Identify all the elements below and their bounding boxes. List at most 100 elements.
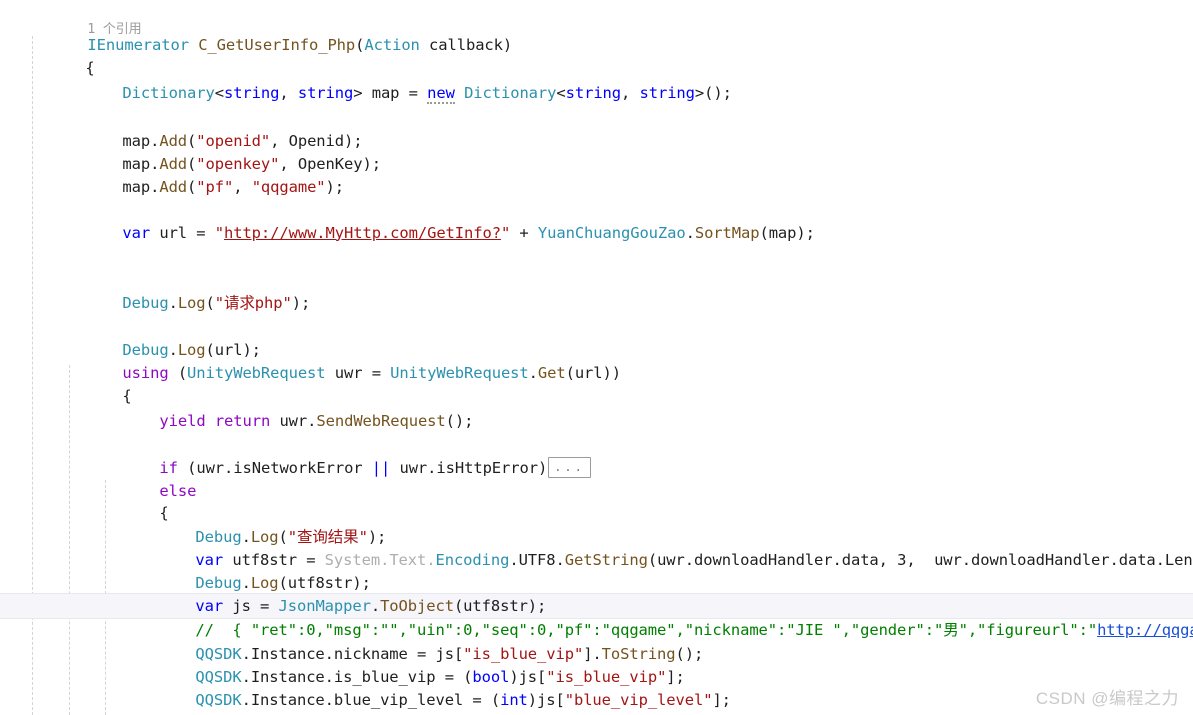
token-ns-text: Text <box>389 550 427 569</box>
token-space6 <box>169 364 178 382</box>
token-comment-url-link[interactable]: http://qqgame <box>1097 621 1193 639</box>
token-plus: + <box>510 223 538 242</box>
token-id-uwr-2: uwr <box>279 411 308 430</box>
token-type-action: Action <box>364 35 420 54</box>
token-paren-13: ( <box>647 550 658 569</box>
token-angle-open-2: < <box>556 83 566 102</box>
token-type-dictionary-2: Dictionary <box>464 83 557 102</box>
token-id-uwr-5: uwr <box>657 550 685 569</box>
token-ctl-yield: yield <box>159 411 206 430</box>
token-paren-4: ( <box>187 177 197 196</box>
code-line-debug-log-php: Debug.Log("请求php"); <box>67 269 310 312</box>
code-line-open-brace-using: { <box>67 362 131 405</box>
token-dot-14: . <box>509 550 519 569</box>
code-line-else: else <box>104 457 196 500</box>
token-prop-data-2: data <box>1118 550 1156 569</box>
token-comma-7: , <box>906 550 935 569</box>
token-comma-2: , <box>621 83 640 102</box>
token-comma-1: , <box>279 83 298 102</box>
token-quote-open: " <box>214 223 224 242</box>
token-angle-open: < <box>214 83 224 102</box>
code-line-qqsdk-nickname: QQSDK.Instance.nickname = js["is_blue_vi… <box>140 620 703 663</box>
token-type-ienumerator: IEnumerator <box>87 35 189 54</box>
token-dot-18: . <box>961 550 972 569</box>
token-assign-2: = <box>187 223 215 242</box>
token-dot-15: . <box>555 550 565 569</box>
code-line-var-utf8str: var utf8str = System.Text.Encoding.UTF8.… <box>140 526 1193 569</box>
token-paren-5: ( <box>759 223 769 242</box>
token-prop-length: Length <box>1164 550 1193 569</box>
token-method-getstring: GetString <box>564 550 648 569</box>
token-prop-ishttperror: isHttpError <box>436 458 538 477</box>
code-line-debug-log-result: Debug.Log("查询结果"); <box>140 503 386 546</box>
token-arg-map: map <box>768 223 797 242</box>
token-paren-open: ( <box>355 35 365 54</box>
token-dot-9: . <box>224 458 234 477</box>
token-num-3: 3 <box>897 550 907 569</box>
token-tail-5: ); <box>796 223 815 242</box>
code-line-map-add-pf: map.Add("pf", "qqgame"); <box>67 153 344 196</box>
collapsed-region-box[interactable]: ... <box>548 456 591 478</box>
token-id-uwr-4: uwr <box>399 458 428 477</box>
token-tail-8: )) <box>602 363 622 382</box>
code-line-qqsdk-is-blue-year-vip: QQSDK.Instance.is_blue_year_vip = (bool)… <box>140 690 777 715</box>
code-line-dict-decl: Dictionary<string, string> map = new Dic… <box>67 59 732 104</box>
token-id-uwr-3: uwr <box>196 458 225 477</box>
token-space5 <box>150 224 159 242</box>
token-tail-4: ); <box>325 177 345 196</box>
token-dot-12: . <box>380 550 390 569</box>
token-type-uwr-1: UnityWebRequest <box>187 363 326 382</box>
code-line-qqsdk-is-blue-vip: QQSDK.Instance.is_blue_vip = (bool)js["i… <box>140 643 684 686</box>
token-type-encoding: Encoding <box>435 550 510 569</box>
token-kw-string-1: string <box>223 83 280 102</box>
token-type-uwr-2: UnityWebRequest <box>390 363 529 382</box>
token-prop-dlh-2: downloadHandler <box>971 550 1110 569</box>
token-paren-6: ( <box>205 293 215 312</box>
csdn-watermark: CSDN @编程之力 <box>1035 689 1179 708</box>
token-dot-3: . <box>150 177 160 196</box>
token-url-literal-link[interactable]: http://www.MyHttp.com/GetInfo? <box>224 224 501 242</box>
token-tail-6: ); <box>291 293 311 312</box>
code-line-map-add-openkey: map.Add("openkey", OpenKey); <box>67 130 381 173</box>
token-space2 <box>420 36 429 54</box>
token-kw-string-2: string <box>297 83 354 102</box>
token-comma-5: , <box>233 177 252 196</box>
token-id-uwr-6: uwr <box>934 550 962 569</box>
token-id-uwr-1: uwr <box>334 363 363 382</box>
token-space7 <box>326 364 335 382</box>
code-line-debug-log-url: Debug.Log(url); <box>67 316 261 359</box>
code-line-if-error: if (uwr.isNetworkError || uwr.isHttpErro… <box>104 434 591 478</box>
token-kw-string-3: string <box>565 83 622 102</box>
token-type-debug-1: Debug <box>122 293 169 312</box>
token-dot-20: . <box>1155 550 1165 569</box>
code-editor-surface[interactable]: 1 个引用 IEnumerator C_GetUserInfo_Php(Acti… <box>0 0 1193 715</box>
token-assign-3: = <box>362 363 391 382</box>
token-str-pf: "pf" <box>196 177 234 196</box>
token-prop-data-1: data <box>841 550 879 569</box>
token-method-sendwebrequest: SendWebRequest <box>316 411 446 430</box>
token-space8 <box>206 412 215 430</box>
code-content[interactable]: 1 个引用 IEnumerator C_GetUserInfo_Php(Acti… <box>0 0 1193 715</box>
token-dot-19: . <box>1109 550 1119 569</box>
token-arg-url-2: url <box>574 363 603 382</box>
token-quote-close: " <box>500 223 511 242</box>
token-space11 <box>363 459 372 477</box>
token-assign: = <box>399 83 428 102</box>
token-str-php: "请求php" <box>214 293 292 312</box>
token-kw-new: new <box>427 83 455 104</box>
token-space4 <box>455 84 464 102</box>
token-prop-isnetworkerror: isNetworkError <box>233 458 363 477</box>
token-paren-9: ( <box>565 363 575 382</box>
token-param-callback: callback <box>429 35 503 54</box>
token-method-name: C_GetUserInfo_Php <box>198 35 356 54</box>
token-space3 <box>362 84 371 102</box>
code-line-map-add-openid: map.Add("openid", Openid); <box>67 107 362 150</box>
token-prop-dlh-1: downloadHandler <box>694 550 833 569</box>
token-method-sortmap: SortMap <box>694 223 760 242</box>
token-comma-6: , <box>878 550 898 569</box>
token-type-dictionary: Dictionary <box>122 83 215 102</box>
token-tail-1: >(); <box>694 83 732 102</box>
token-str-qqgame: "qqgame" <box>251 177 326 196</box>
token-method-add-3: Add <box>159 177 188 196</box>
